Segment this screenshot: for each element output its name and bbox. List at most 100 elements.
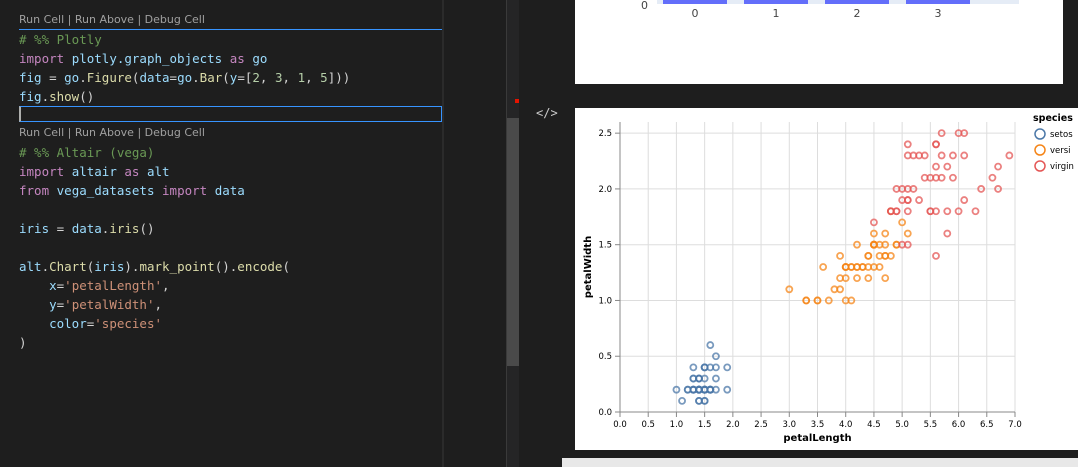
scatter-point[interactable] [932, 140, 940, 149]
kwarg: x [49, 278, 57, 293]
scatter-point[interactable] [943, 207, 952, 216]
x-tick-label: 6.0 [952, 420, 966, 430]
scatter-point[interactable] [678, 396, 686, 405]
code-line-8: from vega_datasets import data [19, 181, 245, 200]
dot: . [41, 259, 50, 274]
scatter-point[interactable] [836, 251, 844, 260]
x-tick-label: 4.5 [867, 420, 881, 430]
keyword-as: as [124, 164, 140, 179]
module-name: vega_datasets [56, 183, 155, 198]
plotly-x-tick-label: 1 [773, 7, 780, 20]
x-tick-label: 1.5 [698, 420, 712, 430]
scatter-point[interactable] [903, 207, 912, 216]
scatter-point[interactable] [994, 162, 1002, 171]
plotly-bar-chart[interactable]: 0 0 1 2 3 [575, 0, 1063, 84]
scatter-point[interactable] [932, 162, 940, 171]
x-axis-label: petalLength [783, 433, 851, 444]
scatter-point[interactable] [937, 151, 946, 160]
scatter-point[interactable] [960, 151, 969, 160]
paren: ])) [327, 70, 351, 85]
scatter-point[interactable] [949, 151, 957, 160]
code-line-3: fig = go.Figure(data=go.Bar(y=[2, 3, 1, … [19, 68, 350, 87]
paren: () [79, 89, 95, 104]
kwarg: color [49, 316, 87, 331]
scatter-point[interactable] [915, 196, 923, 204]
plotly-x-tick-label: 3 [935, 7, 942, 20]
scatter-point[interactable] [689, 363, 698, 372]
scatter-point[interactable] [949, 173, 957, 182]
paren: ). [124, 259, 140, 274]
legend-label[interactable]: versi [1050, 146, 1071, 156]
scatter-point[interactable] [881, 274, 890, 283]
legend-label[interactable]: virgin [1050, 162, 1074, 172]
plotly-bar[interactable] [906, 0, 970, 4]
paren: ( [222, 70, 230, 85]
codelens-cell-2[interactable]: Run Cell | Run Above | Debug Cell [19, 126, 205, 139]
x-tick-label: 4.0 [839, 420, 853, 430]
scatter-point[interactable] [723, 363, 732, 372]
code-icon[interactable]: </> [536, 106, 558, 124]
y-tick-label: 1.5 [598, 241, 612, 251]
plotly-bar[interactable] [663, 0, 727, 4]
mod: data [71, 221, 102, 236]
legend-symbol[interactable] [1034, 160, 1046, 172]
scatter-point[interactable] [723, 385, 732, 394]
cursor-line[interactable] [19, 106, 442, 122]
scatter-point[interactable] [712, 374, 720, 383]
plotly-output[interactable]: 0 0 1 2 3 [575, 0, 1063, 84]
scatter-point[interactable] [903, 229, 912, 238]
scatter-point[interactable] [988, 173, 997, 182]
output-gutter [444, 0, 506, 467]
x-tick-label: 0.0 [613, 420, 627, 430]
x-tick-label: 0.5 [641, 420, 655, 430]
fn: Figure [86, 70, 132, 85]
scatter-point[interactable] [853, 274, 861, 283]
scatter-point[interactable] [706, 341, 715, 349]
scatter-point[interactable] [932, 251, 940, 260]
altair-scatter-chart[interactable]: 0.0 0.5 1.0 1.5 2.0 2.5 3.0 3.5 4.0 4.5 5.0 5.5 6.0 6… [575, 108, 1078, 450]
module-alias: go [252, 51, 268, 66]
scatter-point[interactable] [886, 207, 895, 216]
scatter-point[interactable] [830, 285, 839, 294]
code-line-1: # %% Plotly [19, 30, 102, 49]
comma: , [162, 278, 170, 293]
x-tick-label: 7.0 [1008, 420, 1022, 430]
scatter-point[interactable] [819, 263, 828, 271]
grid [619, 122, 1016, 413]
x-tick-label: 5.5 [924, 420, 938, 430]
var: fig [19, 89, 42, 104]
legend-label[interactable]: setos [1050, 130, 1073, 140]
plotly-bar[interactable] [825, 0, 889, 4]
fn: iris [109, 221, 140, 236]
scatter-point[interactable] [864, 251, 873, 260]
scatter-point[interactable] [875, 263, 884, 271]
num: 5 [320, 70, 328, 85]
string: 'species' [94, 316, 163, 331]
plotly-bar[interactable] [744, 0, 808, 4]
scatter-point[interactable] [903, 140, 912, 149]
scatter-point[interactable] [943, 229, 952, 238]
scrollbar-thumb[interactable] [507, 118, 519, 366]
scatter-point[interactable] [881, 229, 890, 238]
x-tick-label: 3.0 [783, 420, 797, 430]
import-name: data [214, 183, 245, 198]
codelens-cell-1[interactable]: Run Cell | Run Above | Debug Cell [19, 13, 205, 26]
paren: ( [282, 259, 290, 274]
keyword-import: import [19, 51, 65, 66]
scatter-point[interactable] [960, 196, 969, 204]
code-line-12: alt.Chart(iris).mark_point().encode( [19, 257, 290, 276]
altair-output[interactable]: 0.0 0.5 1.0 1.5 2.0 2.5 3.0 3.5 4.0 4.5 5.0 5.5 6.0 6… [575, 108, 1078, 450]
mod: go [64, 70, 80, 85]
legend-symbol[interactable] [1034, 128, 1046, 140]
kwarg: data [139, 70, 170, 85]
scatter-point[interactable] [864, 274, 873, 283]
output-bottom-scrollbar[interactable] [562, 458, 1078, 467]
scatter-point[interactable] [943, 162, 952, 171]
keyword-from: from [19, 183, 50, 198]
scatter-point[interactable] [971, 207, 980, 216]
scatter-point[interactable] [1005, 151, 1014, 160]
legend-symbol[interactable] [1034, 144, 1046, 156]
code-editor[interactable]: Run Cell | Run Above | Debug Cell # %% P… [0, 0, 442, 467]
plotly-y-tick-0: 0 [641, 0, 648, 12]
y-tick-label: 2.5 [598, 129, 612, 139]
